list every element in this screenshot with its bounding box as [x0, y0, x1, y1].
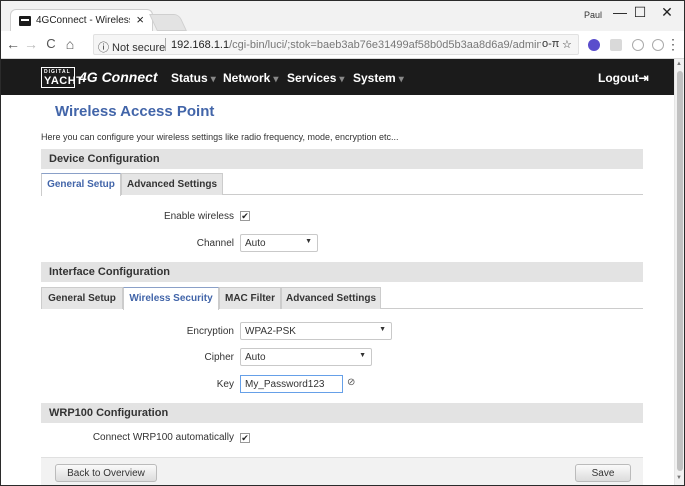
menu-status[interactable]: Status ▾: [171, 71, 216, 85]
encryption-label: Encryption: [186, 326, 234, 337]
caret-down-icon: ▾: [398, 74, 404, 85]
interface-config-heading: Interface Configuration: [41, 262, 643, 282]
maximize-icon[interactable]: ☐: [630, 4, 650, 21]
new-tab-button[interactable]: [149, 14, 187, 31]
dropdown-arrow-icon: ▼: [379, 326, 386, 333]
top-navbar: DIGITAL YACHT 4G Connect Status ▾ Network…: [1, 59, 674, 95]
menu-status-label: Status: [171, 71, 208, 85]
forward-icon[interactable]: →: [23, 36, 39, 52]
logout-label: Logout: [598, 71, 639, 85]
brand-logo[interactable]: DIGITAL YACHT: [41, 67, 83, 88]
logout-icon: ⇥: [638, 71, 649, 85]
enable-wireless-checkbox[interactable]: ✔: [240, 211, 250, 221]
caret-down-icon: ▾: [339, 74, 345, 85]
scroll-up-icon[interactable]: ▲: [676, 61, 682, 67]
tab-close-icon[interactable]: ×: [136, 12, 144, 27]
channel-value: Auto: [245, 238, 266, 249]
wrp100-config-heading: WRP100 Configuration: [41, 403, 643, 423]
channel-label: Channel: [196, 238, 234, 249]
browser-tab[interactable]: 4GConnect - Wireless - V ×: [10, 9, 153, 31]
page-viewport: DIGITAL YACHT 4G Connect Status ▾ Network…: [1, 59, 674, 485]
extension-icon-3[interactable]: [632, 39, 644, 51]
scroll-thumb[interactable]: [677, 71, 683, 471]
close-window-icon[interactable]: ✕: [657, 4, 677, 21]
menu-system[interactable]: System ▾: [353, 71, 404, 85]
home-icon[interactable]: ⌂: [62, 36, 78, 52]
back-icon[interactable]: ←: [5, 36, 21, 52]
device-config-tabs: General Setup Advanced Settings: [41, 173, 643, 196]
key-icon[interactable]: o-π: [542, 38, 559, 50]
menu-services[interactable]: Services ▾: [287, 71, 344, 85]
extension-icon-1[interactable]: [588, 39, 600, 51]
url-text[interactable]: 192.168.1.1/cgi-bin/luci/;stok=baeb3ab76…: [171, 39, 541, 51]
logo-bottom-text: YACHT: [44, 75, 84, 87]
address-toolbar: ← → C ⌂ ⓘ Not secure 192.168.1.1/cgi-bin…: [1, 31, 684, 59]
url-bar[interactable]: ⓘ Not secure 192.168.1.1/cgi-bin/luci/;s…: [93, 34, 579, 55]
url-host: 192.168.1.1: [171, 39, 230, 51]
logout-link[interactable]: Logout⇥: [598, 71, 649, 85]
key-input[interactable]: My_Password123: [240, 375, 343, 393]
tab-advanced-settings[interactable]: Advanced Settings: [121, 173, 223, 195]
tab-general-setup[interactable]: General Setup: [41, 173, 121, 196]
menu-system-label: System: [353, 71, 396, 85]
save-button[interactable]: Save: [575, 464, 631, 482]
menu-dots-icon[interactable]: ⋮: [665, 36, 681, 53]
cipher-value: Auto: [245, 352, 266, 363]
brand-name[interactable]: 4G Connect: [79, 69, 158, 85]
tab-mac-filter[interactable]: MAC Filter: [219, 287, 281, 309]
tab-strip: 4GConnect - Wireless - V × Paul — ☐ ✕: [1, 1, 684, 31]
connect-wrp100-label: Connect WRP100 automatically: [92, 432, 234, 443]
cipher-label: Cipher: [204, 352, 234, 363]
interface-config-tabs: General Setup Wireless Security MAC Filt…: [41, 287, 643, 310]
encryption-value: WPA2-PSK: [245, 326, 296, 337]
browser-window: 4GConnect - Wireless - V × Paul — ☐ ✕ ← …: [0, 0, 685, 486]
tab-general-setup[interactable]: General Setup: [41, 287, 123, 309]
extension-icon-4[interactable]: [652, 39, 664, 51]
connect-wrp100-checkbox[interactable]: ✔: [240, 433, 250, 443]
bookmark-star-icon[interactable]: ☆: [562, 38, 572, 51]
reveal-password-icon[interactable]: ⊘: [347, 377, 355, 388]
profile-name[interactable]: Paul: [584, 10, 602, 20]
extension-icon-2[interactable]: [610, 39, 622, 51]
dropdown-arrow-icon: ▼: [359, 352, 366, 359]
key-label: Key: [216, 379, 234, 390]
encryption-select[interactable]: WPA2-PSK ▼: [240, 322, 392, 340]
caret-down-icon: ▾: [210, 74, 216, 85]
device-config-heading: Device Configuration: [41, 149, 643, 169]
enable-wireless-label: Enable wireless: [163, 211, 234, 222]
form-footer: Back to Overview Save: [41, 457, 643, 485]
cipher-select[interactable]: Auto ▼: [240, 348, 372, 366]
page-scrollbar[interactable]: ▲ ▼: [674, 59, 684, 485]
menu-network-label: Network: [223, 71, 271, 85]
channel-select[interactable]: Auto ▼: [240, 234, 318, 252]
reload-icon[interactable]: C: [43, 36, 59, 51]
back-to-overview-button[interactable]: Back to Overview: [55, 464, 157, 482]
caret-down-icon: ▾: [273, 74, 279, 85]
page-title: Wireless Access Point: [55, 103, 215, 120]
minimize-icon[interactable]: —: [610, 4, 630, 20]
page-description: Here you can configure your wireless set…: [41, 132, 399, 142]
menu-network[interactable]: Network ▾: [223, 71, 278, 85]
url-separator: [165, 38, 166, 51]
url-path: /cgi-bin/luci/;stok=baeb3ab76e31499af58b…: [229, 39, 541, 51]
dropdown-arrow-icon: ▼: [305, 238, 312, 245]
tab-wireless-security[interactable]: Wireless Security: [123, 287, 219, 310]
tab-title: 4GConnect - Wireless - V: [36, 15, 130, 26]
favicon-icon: [19, 16, 31, 26]
scroll-down-icon[interactable]: ▼: [676, 475, 682, 481]
menu-services-label: Services: [287, 71, 337, 85]
tab-advanced-settings[interactable]: Advanced Settings: [281, 287, 381, 309]
security-indicator[interactable]: ⓘ Not secure: [98, 39, 165, 55]
